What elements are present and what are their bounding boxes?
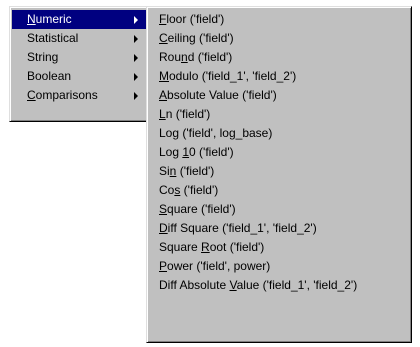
mnemonic-key: N xyxy=(27,12,36,26)
menu-item-label-part: odulo ('field_1', 'field_2') xyxy=(169,69,297,83)
submenu-arrow-icon xyxy=(134,67,138,86)
category-menu: Numeric Statistical String Boolean Compariso… xyxy=(9,6,149,122)
mnemonic-key: S xyxy=(159,202,168,216)
function-item-diff-absolute-value-field-1-field-2[interactable]: Diff Absolute Value ('field_1', 'field_2… xyxy=(149,276,409,295)
menu-item-label-part: loor ('field') xyxy=(166,12,225,26)
menu-item-label-part: d ('field') xyxy=(187,50,233,64)
menu-item-statistical[interactable]: Statistical xyxy=(12,29,146,48)
mnemonic-key: C xyxy=(159,31,168,45)
menu-item-label-part: ('field', log_base) xyxy=(179,126,273,140)
function-item-ln-field[interactable]: Ln ('field') xyxy=(149,105,409,124)
mnemonic-key: V xyxy=(229,278,237,292)
menu-item-comparisons[interactable]: Comparisons xyxy=(12,86,146,105)
menu-item-label-part: Si xyxy=(159,164,170,178)
menu-item-label-part: oot ('field') xyxy=(209,240,265,254)
mnemonic-key: A xyxy=(159,88,168,102)
function-item-power-field-power[interactable]: Power ('field', power) xyxy=(149,257,409,276)
menu-item-boolean[interactable]: Boolean xyxy=(12,67,146,86)
menu-item-label-part: bsolute Value ('field') xyxy=(167,88,277,102)
menu-item-label-part: Lo xyxy=(159,126,173,140)
menu-item-label-part: Co xyxy=(159,183,175,197)
mnemonic-key: C xyxy=(27,88,36,102)
submenu-arrow-icon xyxy=(134,29,138,48)
menu-item-label-part: 0 ('field') xyxy=(189,145,234,159)
menu-item-label-part: Rou xyxy=(159,50,182,64)
function-item-sin-field[interactable]: Sin ('field') xyxy=(149,162,409,181)
menu-item-label-part: Log xyxy=(159,145,183,159)
function-item-log-10-field[interactable]: Log 10 ('field') xyxy=(149,143,409,162)
function-item-floor-field[interactable]: Floor ('field') xyxy=(149,10,409,29)
menu-item-label-part: Boolean xyxy=(27,69,72,83)
menu-item-label-part: eiling ('field') xyxy=(167,31,234,45)
function-item-diff-square-field-1-field-2[interactable]: Diff Square ('field_1', 'field_2') xyxy=(149,219,409,238)
menu-item-numeric[interactable]: Numeric xyxy=(12,10,146,29)
submenu-arrow-icon xyxy=(134,86,138,105)
function-item-log-field-log-base[interactable]: Log ('field', log_base) xyxy=(149,124,409,143)
function-item-square-root-field[interactable]: Square Root ('field') xyxy=(149,238,409,257)
function-item-cos-field[interactable]: Cos ('field') xyxy=(149,181,409,200)
submenu-arrow-icon xyxy=(134,10,138,29)
menu-item-label-part: ower ('field', power) xyxy=(167,259,271,273)
menu-item-string[interactable]: String xyxy=(12,48,146,67)
function-item-absolute-value-field[interactable]: Absolute Value ('field') xyxy=(149,86,409,105)
mnemonic-key: L xyxy=(159,107,166,121)
mnemonic-key: M xyxy=(159,69,169,83)
function-item-round-field[interactable]: Round ('field') xyxy=(149,48,409,67)
function-item-square-field[interactable]: Square ('field') xyxy=(149,200,409,219)
menu-item-label-part: Square xyxy=(159,240,202,254)
mnemonic-key: P xyxy=(159,259,168,273)
menu-item-label-part: ('field') xyxy=(176,164,215,178)
mnemonic-key: D xyxy=(159,221,168,235)
function-item-modulo-field-1-field-2[interactable]: Modulo ('field_1', 'field_2') xyxy=(149,67,409,86)
menu-item-label-part: n ('field') xyxy=(165,107,211,121)
menu-item-label-part: iff Square ('field_1', 'field_2') xyxy=(167,221,317,235)
menu-item-label-part: alue ('field_1', 'field_2') xyxy=(236,278,358,292)
menu-item-label-part: Statistical xyxy=(27,31,79,45)
mnemonic-key: R xyxy=(201,240,210,254)
numeric-functions-submenu: Floor ('field') Ceiling ('field') Round ('… xyxy=(146,6,412,343)
menu-item-label-part: omparisons xyxy=(35,88,98,102)
mnemonic-key: n xyxy=(181,50,188,64)
menu-item-label-part: Diff Absolute xyxy=(159,278,230,292)
function-item-ceiling-field[interactable]: Ceiling ('field') xyxy=(149,29,409,48)
menu-item-label-part: quare ('field') xyxy=(167,202,236,216)
submenu-arrow-icon xyxy=(134,48,138,67)
menu-item-label-part: umeric xyxy=(35,12,72,26)
menu-item-label-part: ('field') xyxy=(180,183,219,197)
menu-item-label-part: String xyxy=(27,50,59,64)
